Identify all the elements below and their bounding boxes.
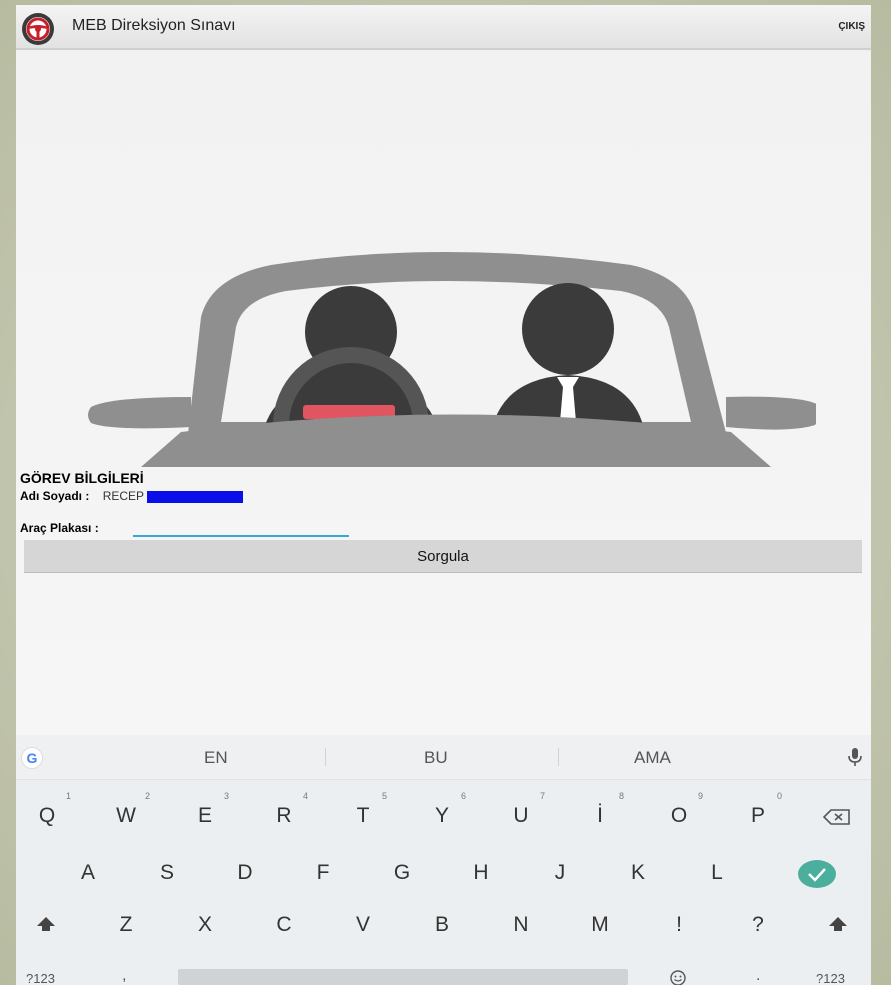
symbols-key[interactable]: ?123 (26, 971, 55, 985)
period-key[interactable]: . (756, 967, 760, 985)
steering-wheel-icon (22, 13, 54, 45)
soft-keyboard: G EN BU AMA Q1 W2 E3 R4 T5 Y6 U7 İ8 O9 P… (16, 735, 871, 985)
app-bar: MEB Direksiyon Sınavı ÇIKIŞ (16, 5, 871, 50)
key-q[interactable]: Q1 (29, 791, 71, 831)
key-v[interactable]: V (345, 910, 381, 940)
key-s[interactable]: S (149, 858, 185, 888)
symbols-key-right[interactable]: ?123 (816, 971, 845, 985)
main-content: GÖREV BİLGİLERİ Adı Soyadı : RECEP Araç … (16, 52, 871, 740)
driver-name-row: Adı Soyadı : RECEP (20, 489, 244, 503)
key-g[interactable]: G (384, 858, 420, 888)
key-question[interactable]: ? (740, 910, 776, 940)
space-key[interactable] (178, 969, 628, 985)
plate-label: Araç Plakası : (20, 521, 99, 535)
key-d[interactable]: D (227, 858, 263, 888)
backspace-icon[interactable] (822, 808, 852, 826)
key-x[interactable]: X (187, 910, 223, 940)
google-icon[interactable]: G (22, 748, 42, 768)
car-illustration (88, 252, 816, 467)
name-value: RECEP (102, 489, 144, 503)
redaction-block (147, 490, 244, 503)
comma-key[interactable]: , (122, 967, 126, 985)
key-o[interactable]: O9 (661, 791, 703, 831)
key-e[interactable]: E3 (187, 791, 229, 831)
key-l[interactable]: L (699, 858, 735, 888)
section-title: GÖREV BİLGİLERİ (20, 470, 144, 486)
app-screen: MEB Direksiyon Sınavı ÇIKIŞ GÖREV BİLGİL… (16, 5, 871, 985)
key-t[interactable]: T5 (345, 791, 387, 831)
key-c[interactable]: C (266, 910, 302, 940)
exit-button[interactable]: ÇIKIŞ (838, 21, 865, 32)
enter-check-icon[interactable] (797, 859, 837, 889)
suggestion-bar: G EN BU AMA (16, 735, 871, 780)
name-label: Adı Soyadı : (20, 489, 90, 503)
query-button[interactable]: Sorgula (24, 540, 862, 573)
suggestion-3[interactable]: AMA (634, 748, 671, 768)
plate-input[interactable] (133, 519, 349, 537)
key-u[interactable]: U7 (503, 791, 545, 831)
emoji-icon[interactable] (668, 970, 688, 985)
suggestion-2[interactable]: BU (424, 748, 448, 768)
divider (558, 748, 559, 766)
key-k[interactable]: K (620, 858, 656, 888)
plate-row: Araç Plakası : (20, 519, 349, 537)
key-m[interactable]: M (582, 910, 618, 940)
key-j[interactable]: J (542, 858, 578, 888)
key-f[interactable]: F (305, 858, 341, 888)
microphone-icon[interactable] (847, 747, 863, 767)
key-n[interactable]: N (503, 910, 539, 940)
key-exclamation[interactable]: ! (661, 910, 697, 940)
shift-icon[interactable] (828, 916, 848, 932)
suggestion-1[interactable]: EN (204, 748, 228, 768)
key-z[interactable]: Z (108, 910, 144, 940)
key-w[interactable]: W2 (108, 791, 150, 831)
key-a[interactable]: A (70, 858, 106, 888)
key-r[interactable]: R4 (266, 791, 308, 831)
key-p[interactable]: P0 (740, 791, 782, 831)
key-y[interactable]: Y6 (424, 791, 466, 831)
app-title: MEB Direksiyon Sınavı (72, 17, 236, 34)
key-i-dotted[interactable]: İ8 (582, 791, 624, 831)
key-h[interactable]: H (463, 858, 499, 888)
divider (325, 748, 326, 766)
shift-icon[interactable] (36, 916, 56, 932)
key-b[interactable]: B (424, 910, 460, 940)
